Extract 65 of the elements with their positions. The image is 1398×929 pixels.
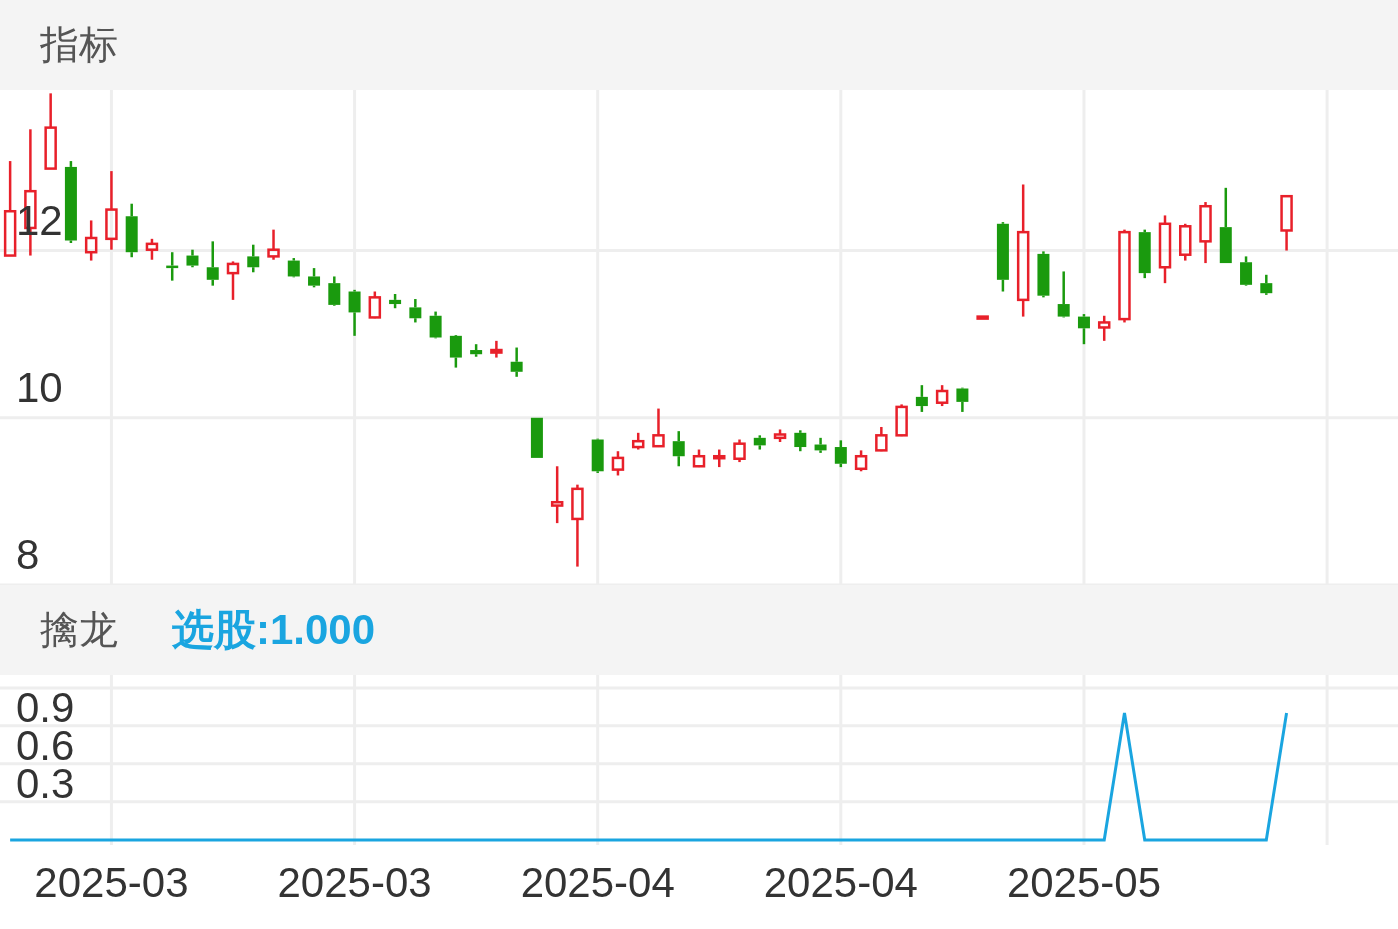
candle: [490, 340, 503, 358]
candle: [206, 241, 219, 286]
candle: [1199, 202, 1212, 264]
candle: [125, 203, 138, 258]
candle: [389, 294, 402, 309]
axis-label: 2025-03: [277, 859, 432, 906]
candle: [773, 429, 787, 442]
panel-title: 擒龙: [40, 607, 118, 653]
indicator-value: 选股:1.000: [172, 605, 376, 655]
candle: [631, 432, 645, 450]
candle: [287, 258, 300, 278]
candle: [1138, 229, 1151, 279]
candle: [308, 268, 321, 288]
candle: [1260, 274, 1273, 295]
candle: [976, 315, 989, 320]
candle: [611, 451, 625, 476]
candle: [996, 222, 1009, 292]
candle: [348, 289, 361, 336]
candle: [186, 249, 199, 268]
candle: [1179, 223, 1192, 261]
candle: [854, 450, 868, 472]
candle: [652, 408, 665, 448]
candle: [834, 440, 847, 468]
candle: [1057, 271, 1070, 318]
candle: [449, 335, 462, 368]
candle: [875, 426, 888, 452]
candle: [713, 449, 726, 468]
candle: [226, 261, 240, 300]
candle: [166, 252, 179, 281]
candle: [84, 220, 98, 261]
candle: [510, 347, 523, 377]
candle: [1280, 194, 1293, 251]
candle: [895, 404, 908, 437]
candle: [915, 385, 928, 412]
candle: [794, 430, 807, 452]
candle: [530, 416, 543, 460]
candle: [1158, 215, 1172, 284]
candle: [429, 311, 442, 339]
axis-label: 2025-05: [1006, 859, 1162, 906]
axis-label: 10: [16, 363, 63, 411]
candle: [409, 299, 422, 323]
candle: [753, 435, 766, 450]
candle: [1097, 315, 1111, 341]
candle: [1077, 314, 1090, 345]
axis-label: 8: [16, 531, 40, 578]
candle: [1240, 256, 1253, 286]
candle: [733, 439, 746, 463]
candle: [267, 229, 280, 260]
candle: [368, 291, 382, 319]
candle: [1037, 251, 1050, 298]
candle: [814, 437, 827, 453]
panel-title: 指标: [40, 22, 118, 68]
axis-label: 2025-04: [520, 859, 675, 906]
candle: [692, 449, 706, 468]
candle: [470, 344, 483, 357]
candle: [247, 244, 260, 273]
candle: [591, 438, 604, 473]
candle: [672, 431, 685, 467]
candle: [550, 466, 564, 524]
axis-label: 2025-04: [763, 859, 918, 906]
candle: [328, 276, 341, 306]
candle: [145, 238, 159, 260]
axis-label: 2025-03: [34, 859, 189, 906]
candle: [956, 387, 969, 412]
candle: [935, 385, 949, 407]
